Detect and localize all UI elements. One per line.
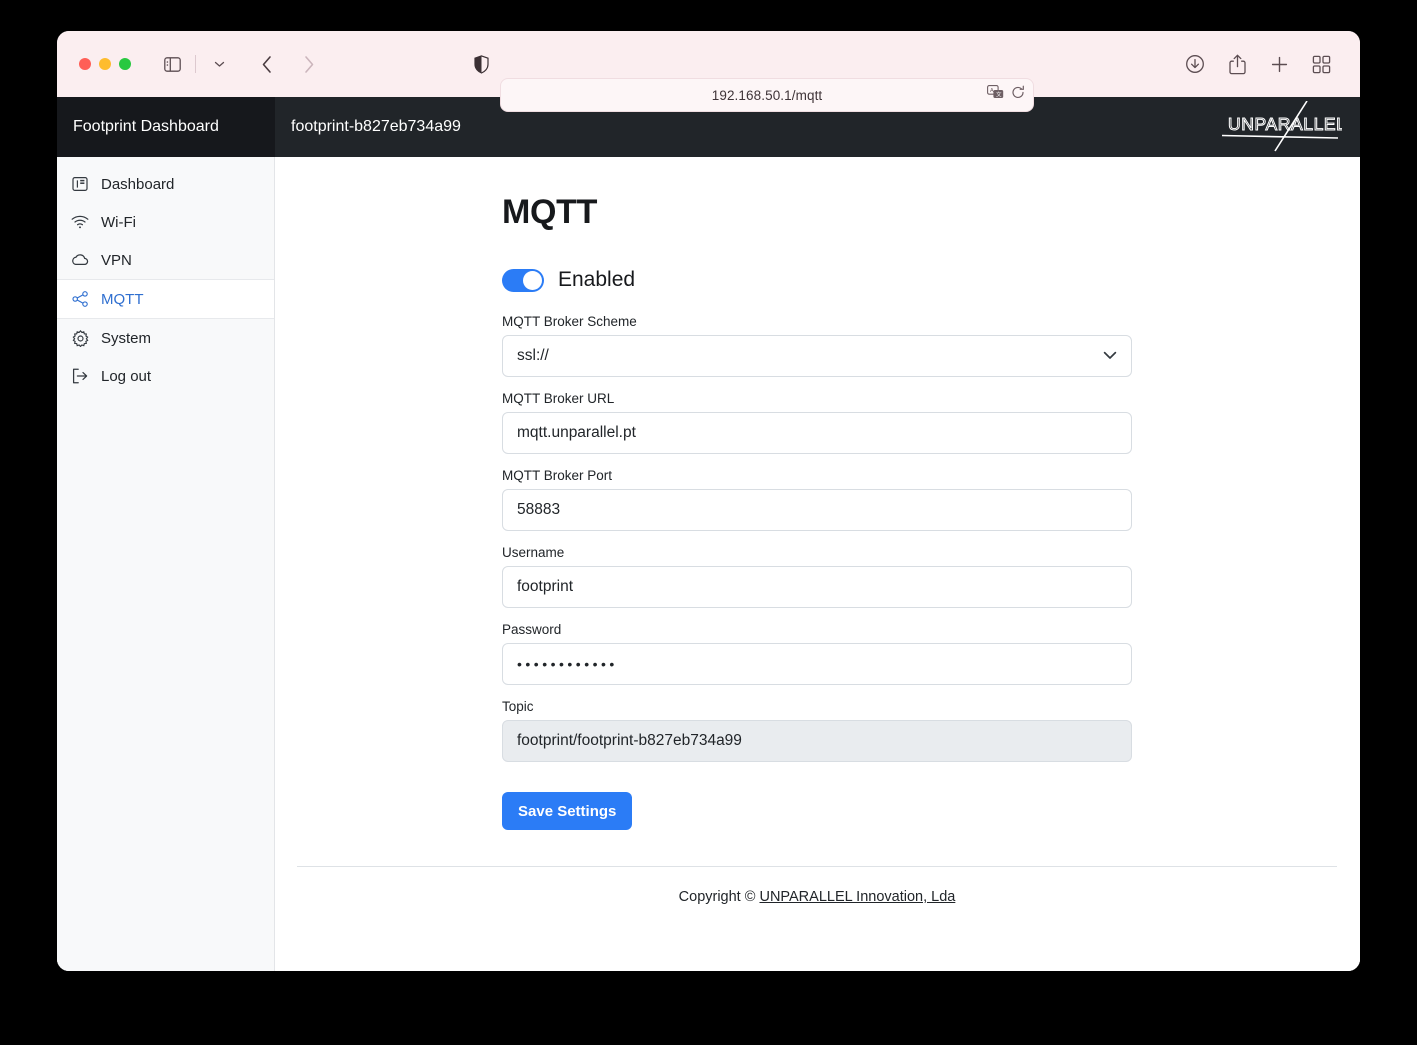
password-value: •••••••••••• — [517, 656, 618, 672]
broker-port-label: MQTT Broker Port — [502, 468, 613, 483]
reload-icon[interactable] — [1011, 85, 1025, 105]
wifi-icon — [71, 213, 89, 231]
mqtt-enabled-toggle[interactable] — [502, 268, 544, 292]
field-username: Username footprint — [502, 545, 1132, 608]
save-settings-button[interactable]: Save Settings — [502, 792, 633, 830]
plus-icon[interactable] — [1264, 50, 1294, 78]
sidebar-item-mqtt[interactable]: MQTT — [57, 279, 274, 319]
username-label: Username — [502, 545, 565, 560]
enabled-toggle-row: Enabled — [502, 268, 1132, 292]
download-icon[interactable] — [1180, 50, 1210, 78]
broker-port-value: 58883 — [517, 501, 561, 518]
maximize-window-button[interactable] — [119, 58, 131, 70]
field-scheme: MQTT Broker Scheme ssl:// — [502, 314, 1132, 377]
broker-url-input[interactable]: mqtt.unparallel.pt — [502, 412, 1132, 454]
browser-toolbar: 192.168.50.1/mqtt A 文 — [57, 31, 1360, 112]
translate-icon[interactable]: A 文 — [987, 85, 1004, 105]
app-body: Dashboard Wi-Fi VPN MQTT System Log out … — [57, 157, 1360, 971]
back-arrow-icon[interactable] — [252, 50, 282, 78]
device-id: footprint-b827eb734a99 — [291, 118, 461, 135]
sidebar-item-label: System — [101, 329, 152, 347]
window-controls — [79, 58, 131, 70]
forward-arrow-icon[interactable] — [294, 50, 324, 78]
broker-port-input[interactable]: 58883 — [502, 489, 1132, 531]
field-password: Password •••••••••••• — [502, 622, 1132, 685]
url-text: 192.168.50.1/mqtt — [711, 87, 823, 103]
svg-text:文: 文 — [996, 90, 1002, 98]
password-label: Password — [502, 622, 562, 637]
chevron-down-icon[interactable] — [204, 50, 234, 78]
topic-label: Topic — [502, 699, 534, 714]
username-input[interactable]: footprint — [502, 566, 1132, 608]
field-broker-port: MQTT Broker Port 58883 — [502, 468, 1132, 531]
minimize-window-button[interactable] — [99, 58, 111, 70]
sidebar-item-label: VPN — [101, 251, 132, 269]
sidebar-item-wifi[interactable]: Wi-Fi — [57, 203, 274, 241]
sidebar-item-dashboard[interactable]: Dashboard — [57, 165, 274, 203]
address-bar-actions: A 文 — [987, 85, 1025, 105]
field-broker-url: MQTT Broker URL mqtt.unparallel.pt — [502, 391, 1132, 454]
username-value: footprint — [517, 578, 574, 595]
browser-window: 192.168.50.1/mqtt A 文 Footprint Dashboar… — [57, 31, 1360, 971]
toggle-knob — [523, 270, 542, 290]
sidebar-item-label: MQTT — [101, 290, 144, 308]
chevron-down-icon — [1103, 347, 1117, 365]
share-nodes-icon — [71, 290, 89, 308]
topic-input: footprint/footprint-b827eb734a99 — [502, 720, 1132, 762]
sidebar-item-vpn[interactable]: VPN — [57, 241, 274, 279]
unparallel-logo: UNPARALLEL — [1214, 101, 1342, 153]
topic-value: footprint/footprint-b827eb734a99 — [517, 732, 742, 749]
sidebar: Dashboard Wi-Fi VPN MQTT System Log out — [57, 157, 275, 971]
main-content: MQTT Enabled MQTT Broker Scheme ssl:// M… — [275, 157, 1360, 971]
copyright-text: Copyright © — [678, 889, 760, 905]
gear-icon — [71, 329, 89, 347]
browser-actions — [1180, 50, 1344, 78]
broker-url-label: MQTT Broker URL — [502, 391, 615, 406]
dashboard-icon — [71, 175, 89, 193]
sidebar-item-label: Dashboard — [101, 175, 175, 193]
tab-grid-icon[interactable] — [1306, 50, 1336, 78]
password-input[interactable]: •••••••••••• — [502, 643, 1132, 685]
broker-url-value: mqtt.unparallel.pt — [517, 424, 636, 441]
footer: Copyright © UNPARALLEL Innovation, Lda — [297, 866, 1337, 905]
sidebar-item-label: Log out — [101, 367, 152, 385]
navigation-controls — [157, 50, 324, 78]
scheme-label: MQTT Broker Scheme — [502, 314, 637, 329]
mqtt-settings-form: MQTT Enabled MQTT Broker Scheme ssl:// M… — [502, 157, 1132, 830]
close-window-button[interactable] — [79, 58, 91, 70]
sidebar-item-label: Wi-Fi — [101, 213, 136, 231]
shield-privacy-icon[interactable] — [474, 54, 489, 74]
address-bar[interactable]: 192.168.50.1/mqtt A 文 — [500, 78, 1034, 112]
page-title: MQTT — [502, 193, 598, 231]
svg-text:UNPARALLEL: UNPARALLEL — [1228, 114, 1342, 134]
logout-icon — [71, 367, 89, 385]
toolbar-divider — [195, 55, 196, 73]
brand-title: Footprint Dashboard — [73, 118, 219, 135]
share-icon[interactable] — [1222, 50, 1252, 78]
scheme-select[interactable]: ssl:// — [502, 335, 1132, 377]
company-link[interactable]: UNPARALLEL Innovation, Lda — [759, 889, 955, 905]
sidebar-toggle-icon[interactable] — [157, 50, 187, 78]
field-topic: Topic footprint/footprint-b827eb734a99 — [502, 699, 1132, 762]
enabled-label: Enabled — [558, 268, 636, 291]
brand-area[interactable]: Footprint Dashboard — [57, 97, 275, 157]
sidebar-item-logout[interactable]: Log out — [57, 357, 274, 395]
sidebar-item-system[interactable]: System — [57, 319, 274, 357]
scheme-value: ssl:// — [517, 347, 549, 364]
cloud-icon — [71, 251, 89, 269]
